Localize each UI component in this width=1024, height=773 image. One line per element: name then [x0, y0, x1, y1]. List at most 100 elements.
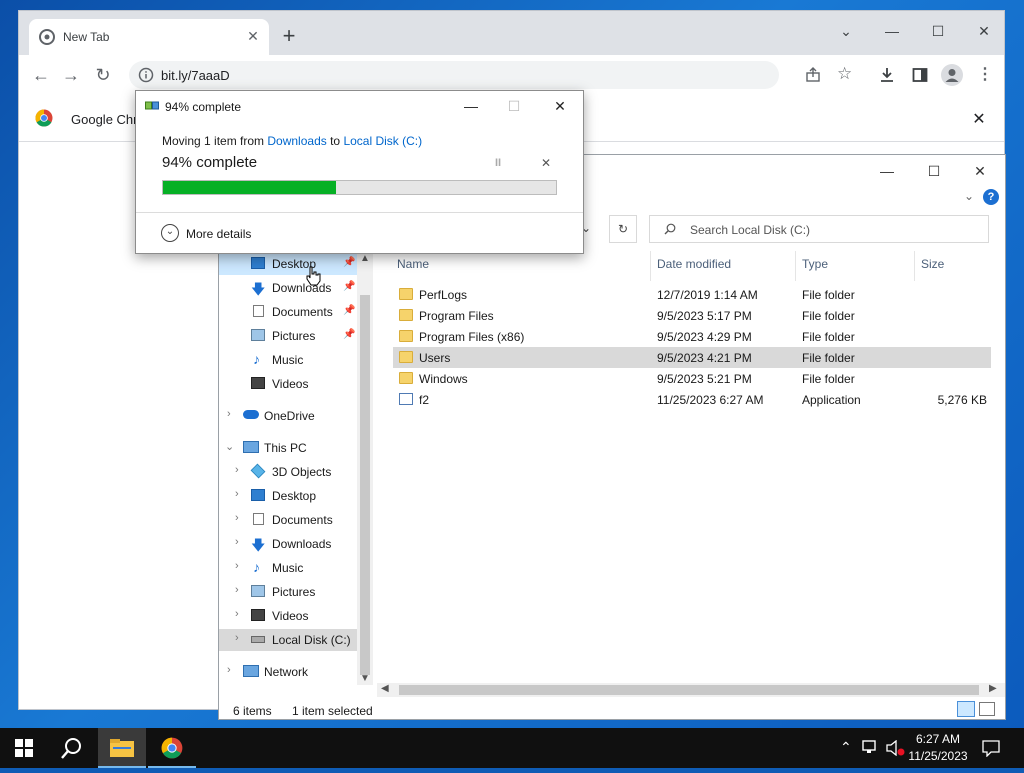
- column-divider[interactable]: [650, 251, 651, 281]
- downloads-icon[interactable]: [879, 67, 895, 83]
- minimize-button[interactable]: —: [869, 17, 915, 45]
- nav-pc-documents[interactable]: › Documents: [219, 509, 369, 531]
- nav-quick-videos[interactable]: Videos: [219, 373, 369, 395]
- side-panel-icon[interactable]: [912, 67, 928, 83]
- tray-chevron-up-icon[interactable]: ⌃: [840, 739, 852, 756]
- back-icon[interactable]: ←: [29, 63, 53, 87]
- table-row[interactable]: Program Files (x86) 9/5/2023 4:29 PM Fil…: [393, 326, 991, 347]
- nav-network[interactable]: › Network: [219, 661, 369, 683]
- dialog-maximize-button: ☐: [507, 98, 521, 114]
- forward-icon[interactable]: →: [59, 63, 83, 87]
- reload-icon[interactable]: ↻: [91, 63, 115, 87]
- nav-quick-downloads[interactable]: 🡇 Downloads 📌: [219, 277, 369, 299]
- explorer-maximize-button[interactable]: ☐: [911, 157, 957, 185]
- expand-ribbon-icon[interactable]: ⌄: [964, 189, 974, 203]
- start-button[interactable]: [0, 728, 48, 768]
- site-info-icon[interactable]: [138, 67, 154, 83]
- profile-avatar[interactable]: [941, 64, 963, 86]
- column-type[interactable]: Type: [802, 257, 828, 271]
- column-divider[interactable]: [795, 251, 796, 281]
- nav-pc-local-disk[interactable]: › Local Disk (C:): [219, 629, 369, 651]
- tab-strip: New Tab ✕ + ⌄ — ☐ ✕: [19, 11, 1004, 55]
- help-icon[interactable]: ?: [983, 189, 999, 205]
- nav-quick-pictures[interactable]: Pictures 📌: [219, 325, 369, 347]
- explorer-close-button[interactable]: ✕: [957, 157, 1003, 185]
- network-status-icon[interactable]: [862, 740, 880, 756]
- chevron-right-icon[interactable]: ›: [235, 464, 239, 476]
- scrollbar-thumb[interactable]: [399, 685, 979, 695]
- more-details-button[interactable]: More details: [186, 227, 251, 241]
- address-bar[interactable]: bit.ly/7aaaD ☆: [129, 61, 852, 89]
- nav-scrollbar[interactable]: ▲ ▼: [357, 251, 373, 685]
- nav-quick-desktop[interactable]: Desktop 📌: [219, 253, 369, 275]
- scroll-left-icon[interactable]: ◀: [381, 683, 389, 694]
- nav-pc-desktop[interactable]: › Desktop: [219, 485, 369, 507]
- share-icon[interactable]: [805, 67, 821, 83]
- menu-kebab-icon[interactable]: ⋮: [973, 63, 997, 87]
- taskbar-file-explorer[interactable]: [98, 728, 146, 768]
- scroll-down-icon[interactable]: ▼: [360, 673, 370, 684]
- column-size[interactable]: Size: [921, 257, 944, 271]
- tab-search-icon[interactable]: ⌄: [823, 17, 869, 45]
- cancel-button[interactable]: ✕: [541, 156, 551, 170]
- pause-button[interactable]: II: [495, 157, 501, 169]
- nav-pc-music[interactable]: › ♪ Music: [219, 557, 369, 579]
- nav-pc-downloads[interactable]: › 🡇 Downloads: [219, 533, 369, 555]
- volume-muted-icon[interactable]: [886, 740, 906, 756]
- nav-pc-videos[interactable]: › Videos: [219, 605, 369, 627]
- scroll-up-icon[interactable]: ▲: [360, 253, 370, 264]
- clock-time[interactable]: 6:27 AM: [908, 732, 968, 746]
- nav-pc-pictures[interactable]: › Pictures: [219, 581, 369, 603]
- chevron-right-icon[interactable]: ›: [235, 608, 239, 620]
- scroll-right-icon[interactable]: ▶: [989, 683, 997, 694]
- maximize-button[interactable]: ☐: [915, 17, 961, 45]
- taskbar-chrome[interactable]: [148, 728, 196, 768]
- chevron-down-icon[interactable]: ⌄: [225, 440, 234, 453]
- dialog-close-button[interactable]: ✕: [547, 95, 573, 117]
- chevron-right-icon[interactable]: ›: [235, 560, 239, 572]
- table-row[interactable]: f2 11/25/2023 6:27 AM Application 5,276 …: [393, 389, 991, 410]
- nav-this-pc[interactable]: ⌄ This PC: [219, 437, 369, 459]
- bookmark-star-icon[interactable]: ☆: [837, 64, 852, 84]
- column-date-modified[interactable]: Date modified: [657, 257, 731, 271]
- nav-quick-music[interactable]: ♪ Music: [219, 349, 369, 371]
- clock-date[interactable]: 11/25/2023: [904, 749, 972, 763]
- chrome-logo-icon: [161, 737, 183, 759]
- horizontal-scrollbar[interactable]: ◀ ▶: [377, 683, 1005, 697]
- dialog-minimize-button[interactable]: —: [458, 95, 484, 117]
- close-button[interactable]: ✕: [961, 17, 1007, 45]
- explorer-minimize-button[interactable]: —: [864, 157, 910, 185]
- chevron-right-icon[interactable]: ›: [235, 632, 239, 644]
- table-row-selected[interactable]: Users 9/5/2023 4:21 PM File folder: [393, 347, 991, 368]
- column-divider[interactable]: [914, 251, 915, 281]
- new-tab-button[interactable]: +: [277, 25, 301, 49]
- destination-link[interactable]: Local Disk (C:): [343, 134, 422, 148]
- column-name[interactable]: Name: [397, 257, 429, 271]
- notification-icon[interactable]: [982, 739, 1000, 757]
- chevron-down-icon[interactable]: ⌄: [161, 224, 179, 242]
- details-view-icon[interactable]: [957, 701, 975, 717]
- search-button[interactable]: [48, 728, 96, 768]
- scrollbar-thumb[interactable]: [360, 295, 370, 675]
- table-row[interactable]: Windows 9/5/2023 5:21 PM File folder: [393, 368, 991, 389]
- table-row[interactable]: PerfLogs 12/7/2019 1:14 AM File folder: [393, 284, 991, 305]
- nav-quick-documents[interactable]: Documents 📌: [219, 301, 369, 323]
- chevron-right-icon[interactable]: ›: [235, 584, 239, 596]
- refresh-button[interactable]: ↻: [609, 215, 637, 243]
- nav-pc-3d-objects[interactable]: › 3D Objects: [219, 461, 369, 483]
- tab-close-icon[interactable]: ✕: [243, 26, 263, 46]
- nav-label: Music: [272, 561, 304, 575]
- nav-onedrive[interactable]: › OneDrive: [219, 405, 369, 427]
- large-icons-view-icon[interactable]: [979, 702, 995, 716]
- table-row[interactable]: Program Files 9/5/2023 5:17 PM File fold…: [393, 305, 991, 326]
- bar-close-icon[interactable]: ✕: [969, 109, 989, 129]
- chevron-right-icon[interactable]: ›: [227, 408, 231, 420]
- chevron-right-icon[interactable]: ›: [235, 488, 239, 500]
- pin-icon: 📌: [343, 257, 356, 268]
- source-link[interactable]: Downloads: [267, 134, 326, 148]
- chevron-right-icon[interactable]: ›: [227, 664, 231, 676]
- chevron-right-icon[interactable]: ›: [235, 512, 239, 524]
- tab-new-tab[interactable]: New Tab ✕: [29, 19, 269, 55]
- chevron-right-icon[interactable]: ›: [235, 536, 239, 548]
- search-input[interactable]: Search Local Disk (C:): [649, 215, 989, 243]
